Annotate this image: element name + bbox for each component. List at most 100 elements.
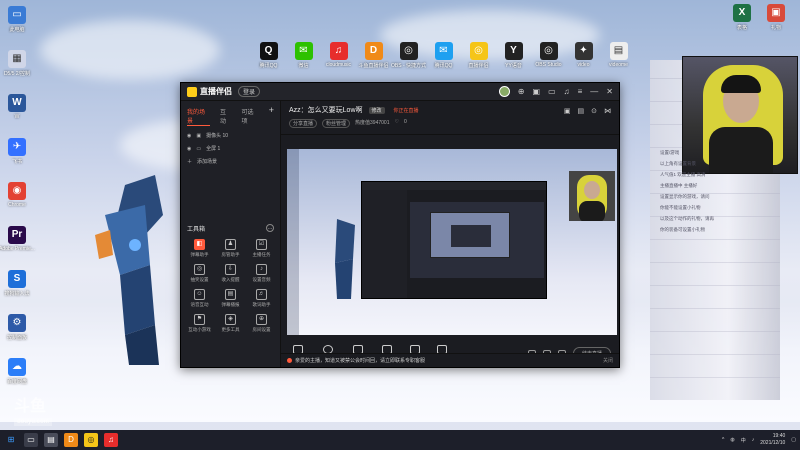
logo-icon [187,86,197,97]
shortcut-label: D5/5 2/控制 [3,71,31,77]
tool-item[interactable]: ⇩ 收入提醒 [216,264,245,283]
scene-item[interactable]: ◉ ▣ 摄像头 10 [181,129,280,142]
desktop-shortcut[interactable]: D 斗鱼直播伴侣 [359,42,389,82]
settings-icon: ⚙ [8,314,26,332]
douyu-taskbar-icon[interactable]: D [64,433,78,447]
desktop-shortcut[interactable]: ◎ OBS - 快捷方式 [391,42,426,82]
clock[interactable]: 19:40 2021/12/10 [760,433,785,447]
heat-value: 热度值3947001 [355,120,390,126]
tool-item[interactable]: ▤ 弹幕播报 [216,289,245,308]
desktop-shortcut[interactable]: ▦ D5/5 2/控制 [2,50,32,90]
shortcut-label: OBS - 快捷方式 [391,63,427,69]
tool-label: 收入提醒 [221,277,240,282]
desktop-shortcut[interactable]: ✉ 腾讯QQ [430,42,457,82]
start-icon[interactable]: ⊞ [4,433,18,447]
arrow-up-icon[interactable]: ^ [722,437,724,443]
desktop-shortcut[interactable]: Pr Adobe Premie... [0,226,35,266]
desktop-shortcut[interactable]: ⚙ 控制面板 [2,314,32,354]
gift-icon[interactable]: ▣ [564,107,571,115]
desktop-shortcut[interactable]: WW [2,94,32,134]
tool-item[interactable]: ♪ 设置音频 [247,264,276,283]
tool-item[interactable]: ⊕ 房间设置 [247,314,276,333]
music-taskbar-icon[interactable]: ♫ [104,433,118,447]
desktop-shortcut[interactable]: Y YY语音 [500,42,527,82]
desktop-shortcut[interactable]: X 表格 [732,4,752,44]
add-scene-button[interactable]: ＋ 添加场景 [181,155,280,168]
fans-button[interactable]: 粉丝管理 [322,119,351,128]
tab-interaction[interactable]: 互动 [220,107,232,126]
tool-icon: ♟ [225,239,236,250]
minimize-icon[interactable]: — [590,87,598,96]
tool-icon: ☑ [256,239,267,250]
desktop-shortcut[interactable]: S 搜狗输入法 [2,270,32,310]
notification-center-icon[interactable]: ▢ [791,437,796,443]
main-panel: Azz：怎么又要玩Low啊 修改 你正在直播 分享直播 粉丝管理 热度值3947… [281,101,619,367]
shortcut-label: 飞书 [11,159,22,165]
store-icon[interactable]: ▣ [533,87,541,96]
volume-icon[interactable]: ♪ [752,437,755,443]
notice-close[interactable]: 关闭 [603,357,613,364]
plus-icon: ＋ [187,159,193,165]
lang-indicator[interactable]: 中 [741,437,746,444]
system-tray: ^ ◍ 中 ♪ 19:40 2021/12/10 ▢ [722,433,796,447]
desktop-shortcut[interactable]: ▭ 此电脑 [2,6,32,46]
add-tab-icon[interactable]: + [269,106,274,126]
premiere-icon: Pr [8,226,26,244]
desktop-shortcut[interactable]: ◎ OBS Studio [535,42,562,82]
desktop-shortcut[interactable]: ▣ 礼物 [766,4,786,44]
desktop-shortcut[interactable]: ✦ video [570,42,597,82]
tool-item[interactable]: ⚑ 互动小游戏 [185,314,214,333]
more-icon[interactable]: … [266,224,274,232]
tool-item[interactable]: ◈ 更多工具 [216,314,245,333]
explorer-icon[interactable]: ▤ [44,433,58,447]
notice-bar: 亲爱的主播，知道又被禁公会时间回，请立即联系专职客服 关闭 [281,353,619,367]
bell-icon[interactable]: ♫ [564,87,570,96]
tool-item[interactable]: ◧ 弹幕助手 [185,239,214,258]
login-button[interactable]: 登录 [238,86,261,97]
edit-title-button[interactable]: 修改 [368,106,385,114]
desktop-shortcut[interactable]: ♫ cloudmusic [325,42,352,82]
tab-scenes[interactable]: 我的场景 [187,107,210,126]
shortcut-label: Adobe Premie... [0,246,35,252]
companion-icon: ◎ [469,42,488,60]
notification-icon[interactable]: ⊕ [518,87,525,96]
menu-icon[interactable]: ≡ [578,87,583,96]
douyu-watermark: 斗鱼 douyu.com [14,392,53,426]
live-preview[interactable] [287,149,617,335]
desktop-shortcut[interactable]: ✈ 飞书 [2,138,32,178]
close-icon[interactable]: ✕ [606,87,613,96]
desktop-shortcut[interactable]: ◎ 直播伴侣 [465,42,492,82]
screen-icon[interactable]: ▭ [548,87,556,96]
scene-item[interactable]: ◉ ▭ 全屏 1 [181,142,280,155]
avatar[interactable] [498,86,510,97]
tool-item[interactable]: ☺ 语音互动 [185,289,214,308]
tool-label: 弹幕助手 [190,252,209,257]
tool-label: 房间设置 [252,327,271,332]
eye-icon[interactable]: ◉ [187,133,191,139]
obs-studio-icon: ◎ [539,42,558,60]
chat-line: 以上角有设置背景 [660,161,696,166]
camera-icon: ▣ [196,132,202,139]
chart-icon[interactable]: ▤ [578,107,585,115]
tool-item[interactable]: ♬ 歌词助手 [247,289,276,308]
disk-icon: ▦ [8,50,26,68]
tool-item[interactable]: ☑ 主播任务 [247,239,276,258]
tool-item[interactable]: ♟ 房管助手 [216,239,245,258]
share-button[interactable]: 分享直播 [289,119,318,128]
shortcut-label: 控制面板 [6,335,27,341]
desktop-shortcut[interactable]: ✉ 微信 [290,42,317,82]
tool-item[interactable]: ◎ 抽奖设置 [185,264,214,283]
desktop-shortcut[interactable]: ◉ Chrome [2,182,32,222]
share-icon[interactable]: ⋈ [604,107,611,115]
taskview-icon[interactable]: ▭ [24,433,38,447]
pin-icon[interactable]: ⊙ [591,107,597,115]
live-status: 你正在直播 [393,107,419,114]
desktop-shortcut[interactable]: Q 腾讯QQ [255,42,282,82]
qq-icon: Q [259,42,278,60]
companion-taskbar-icon[interactable]: ◎ [84,433,98,447]
video-icon: ✦ [574,42,593,60]
network-icon[interactable]: ◍ [730,437,734,443]
tab-options[interactable]: 可选项 [241,107,258,126]
eye-icon[interactable]: ◉ [187,146,191,152]
desktop-shortcut[interactable]: ▤ videome [605,42,632,82]
